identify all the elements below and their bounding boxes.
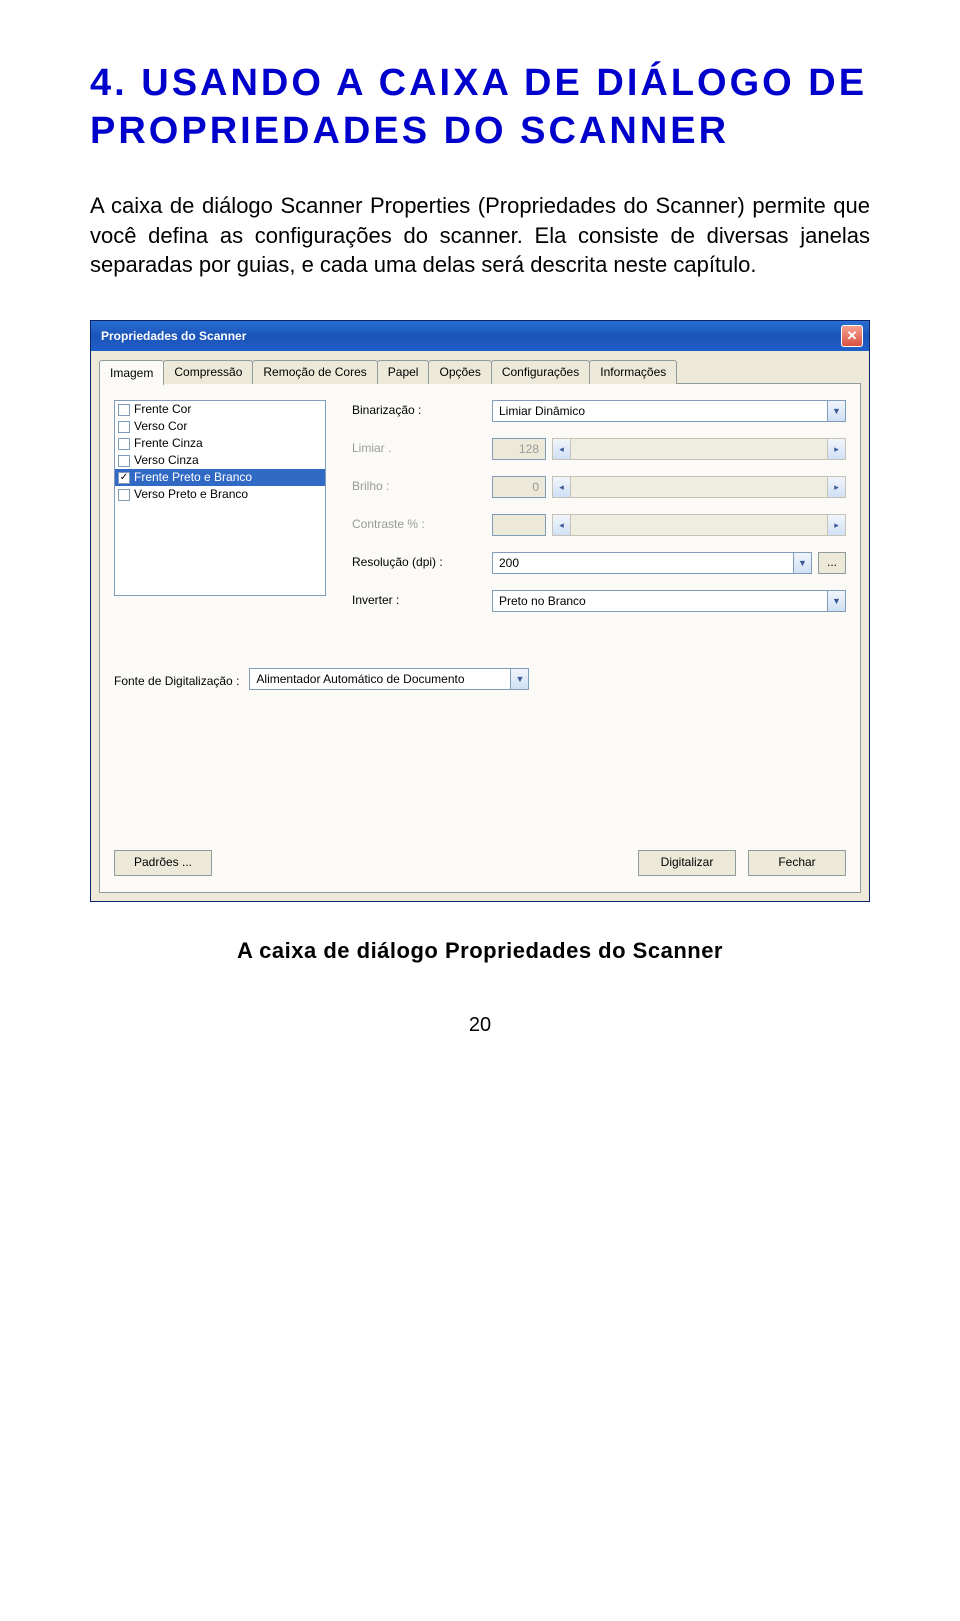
chevron-right-icon[interactable]: ▸ xyxy=(827,439,845,459)
titlebar: Propriedades do Scanner ✕ xyxy=(91,321,869,351)
combo-value: Alimentador Automático de Documento xyxy=(250,669,510,689)
tabstrip: Imagem Compressão Remoção de Cores Papel… xyxy=(99,359,861,384)
list-item[interactable]: Verso Preto e Branco xyxy=(115,486,325,503)
checkbox-icon[interactable] xyxy=(118,438,130,450)
label-resolucao: Resolução (dpi) : xyxy=(352,552,482,574)
checkbox-icon[interactable] xyxy=(118,404,130,416)
figure-caption: A caixa de diálogo Propriedades do Scann… xyxy=(90,938,870,964)
chevron-right-icon[interactable]: ▸ xyxy=(827,477,845,497)
tab-panel-imagem: Frente Cor Verso Cor Frente Cinza xyxy=(99,383,861,893)
checkbox-icon[interactable] xyxy=(118,455,130,467)
combo-value: 200 xyxy=(493,553,793,573)
list-item-label: Verso Cor xyxy=(134,419,187,434)
input-brilho: 0 xyxy=(492,476,546,498)
dialog-title: Propriedades do Scanner xyxy=(97,329,246,343)
label-inverter: Inverter : xyxy=(352,590,482,612)
chevron-left-icon[interactable]: ◂ xyxy=(553,515,571,535)
slider-limiar: ◂ ▸ xyxy=(552,438,846,460)
chevron-right-icon[interactable]: ▸ xyxy=(827,515,845,535)
input-contraste xyxy=(492,514,546,536)
list-item[interactable]: Frente Cor xyxy=(115,401,325,418)
input-limiar: 128 xyxy=(492,438,546,460)
combo-value: Preto no Branco xyxy=(493,591,827,611)
combo-inverter[interactable]: Preto no Branco ▼ xyxy=(492,590,846,612)
list-item-label: Verso Preto e Branco xyxy=(134,487,248,502)
combo-resolucao[interactable]: 200 ▼ xyxy=(492,552,812,574)
chevron-down-icon[interactable]: ▼ xyxy=(510,669,528,689)
tab-configuracoes[interactable]: Configurações xyxy=(491,360,590,384)
checkbox-icon[interactable]: ✓ xyxy=(118,472,130,484)
scan-button[interactable]: Digitalizar xyxy=(638,850,736,876)
chevron-left-icon[interactable]: ◂ xyxy=(553,477,571,497)
page-number: 20 xyxy=(90,1014,870,1037)
list-item-label: Frente Cinza xyxy=(134,436,203,451)
close-button[interactable]: Fechar xyxy=(748,850,846,876)
resolution-more-button[interactable]: ... xyxy=(818,552,846,574)
close-icon[interactable]: ✕ xyxy=(841,325,863,347)
list-item[interactable]: Frente Cinza xyxy=(115,435,325,452)
list-item[interactable]: ✓ Frente Preto e Branco xyxy=(115,469,325,486)
tab-imagem[interactable]: Imagem xyxy=(99,360,164,385)
label-limiar: Limiar . xyxy=(352,438,482,460)
combo-fonte[interactable]: Alimentador Automático de Documento ▼ xyxy=(249,668,529,690)
combo-binarizacao[interactable]: Limiar Dinâmico ▼ xyxy=(492,400,846,422)
list-item-label: Frente Cor xyxy=(134,402,191,417)
chevron-down-icon[interactable]: ▼ xyxy=(827,401,845,421)
label-fonte: Fonte de Digitalização : xyxy=(114,671,239,688)
chevron-down-icon[interactable]: ▼ xyxy=(827,591,845,611)
tab-papel[interactable]: Papel xyxy=(377,360,430,384)
list-item-label: Verso Cinza xyxy=(134,453,199,468)
intro-paragraph: A caixa de diálogo Scanner Properties (P… xyxy=(90,191,870,280)
tab-compressao[interactable]: Compressão xyxy=(163,360,253,384)
section-heading: 4. USANDO A CAIXA DE DIÁLOGO DE PROPRIED… xyxy=(90,60,870,155)
chevron-down-icon[interactable]: ▼ xyxy=(793,553,811,573)
defaults-button[interactable]: Padrões ... xyxy=(114,850,212,876)
checkbox-icon[interactable] xyxy=(118,421,130,433)
list-item[interactable]: Verso Cinza xyxy=(115,452,325,469)
label-binarizacao: Binarização : xyxy=(352,400,482,422)
scanner-properties-dialog: Propriedades do Scanner ✕ Imagem Compres… xyxy=(90,320,870,902)
list-item[interactable]: Verso Cor xyxy=(115,418,325,435)
label-contraste: Contraste % : xyxy=(352,514,482,536)
label-brilho: Brilho : xyxy=(352,476,482,498)
slider-contraste: ◂ ▸ xyxy=(552,514,846,536)
tab-informacoes[interactable]: Informações xyxy=(589,360,677,384)
slider-brilho: ◂ ▸ xyxy=(552,476,846,498)
list-item-label: Frente Preto e Branco xyxy=(134,470,252,485)
chevron-left-icon[interactable]: ◂ xyxy=(553,439,571,459)
checkbox-icon[interactable] xyxy=(118,489,130,501)
combo-value: Limiar Dinâmico xyxy=(493,401,827,421)
tab-opcoes[interactable]: Opções xyxy=(428,360,491,384)
image-type-list[interactable]: Frente Cor Verso Cor Frente Cinza xyxy=(114,400,326,596)
tab-remocao-cores[interactable]: Remoção de Cores xyxy=(252,360,377,384)
